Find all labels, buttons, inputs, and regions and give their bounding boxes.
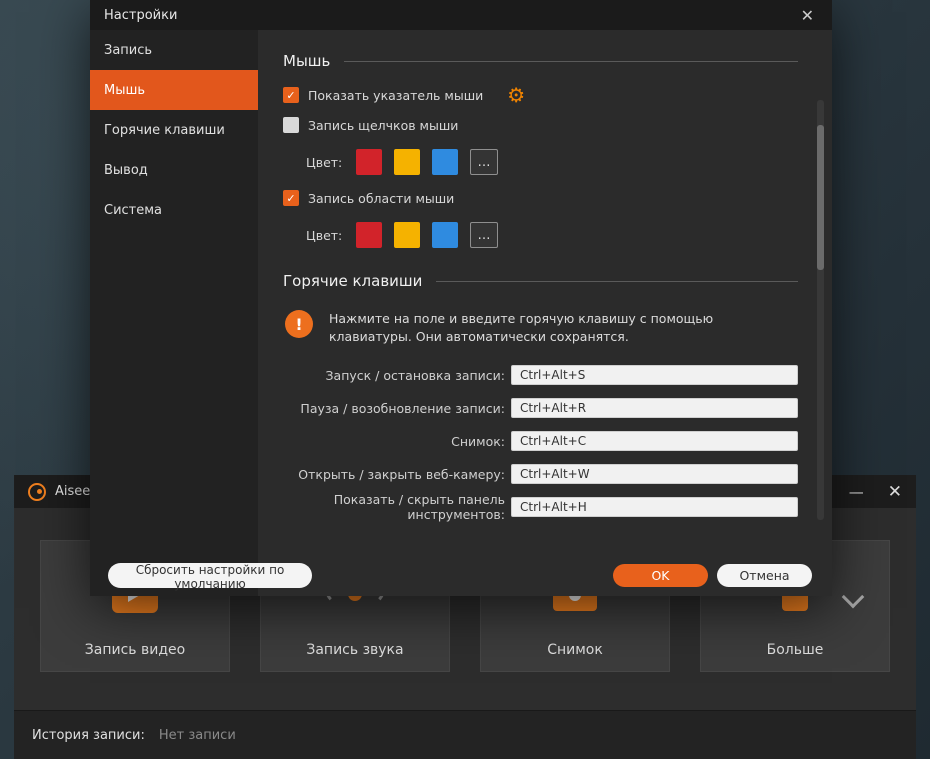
more-colors-button[interactable]: … (470, 222, 498, 248)
settings-content: Мышь ✓ Показать указатель мыши ⚙ Запись … (258, 30, 832, 596)
section-divider (436, 281, 798, 282)
close-button[interactable]: ✕ (888, 482, 902, 502)
settings-sidebar: Запись Мышь Горячие клавиши Вывод Систем… (90, 30, 258, 596)
hotkey-label: Показать / скрыть панель инструментов: (283, 492, 505, 522)
color-swatch-yellow[interactable] (394, 222, 420, 248)
hotkey-input-toolbar[interactable] (511, 497, 798, 517)
record-area-checkbox[interactable]: ✓ (283, 190, 299, 206)
hotkey-label: Снимок: (283, 434, 505, 449)
card-label: Запись видео (41, 642, 229, 658)
check-icon: ✓ (286, 89, 295, 102)
hotkey-label: Пауза / возобновление записи: (283, 401, 505, 416)
hotkey-list: Запуск / остановка записи: Пауза / возоб… (283, 364, 798, 518)
status-bar: История записи: Нет записи (14, 710, 916, 759)
warning-icon: ! (285, 310, 313, 338)
hotkeys-section-title: Горячие клавиши (283, 272, 422, 290)
pointer-settings-gear-icon[interactable]: ⚙ (507, 85, 525, 105)
record-clicks-row: Запись щелчков мыши (283, 117, 798, 133)
area-color-row: Цвет: … (283, 222, 798, 248)
hotkey-row-webcam: Открыть / закрыть веб-камеру: (283, 463, 798, 485)
hotkey-input-pause-resume[interactable] (511, 398, 798, 418)
color-swatch-red[interactable] (356, 222, 382, 248)
cancel-button[interactable]: Отмена (717, 564, 812, 587)
area-color-label: Цвет: (306, 228, 356, 243)
record-area-label: Запись области мыши (308, 191, 454, 206)
sidebar-item-hotkeys[interactable]: Горячие клавиши (90, 110, 258, 150)
click-color-row: Цвет: … (283, 149, 798, 175)
card-label: Больше (701, 642, 889, 658)
hotkey-label: Запуск / остановка записи: (283, 368, 505, 383)
hotkey-input-snapshot[interactable] (511, 431, 798, 451)
settings-titlebar: Настройки ✕ (90, 0, 832, 30)
hotkeys-notice: ! Нажмите на поле и введите горячую клав… (283, 310, 798, 346)
app-logo-icon (28, 483, 46, 501)
hotkey-row-start-stop: Запуск / остановка записи: (283, 364, 798, 386)
record-clicks-label: Запись щелчков мыши (308, 118, 458, 133)
hotkey-row-snapshot: Снимок: (283, 430, 798, 452)
click-color-label: Цвет: (306, 155, 356, 170)
color-swatch-blue[interactable] (432, 222, 458, 248)
color-swatch-red[interactable] (356, 149, 382, 175)
chevron-down-icon[interactable] (842, 586, 865, 609)
color-swatch-blue[interactable] (432, 149, 458, 175)
sidebar-item-system[interactable]: Система (90, 190, 258, 230)
show-pointer-label: Показать указатель мыши (308, 88, 483, 103)
hotkey-input-webcam[interactable] (511, 464, 798, 484)
settings-dialog: Настройки ✕ Запись Мышь Горячие клавиши … (90, 0, 832, 596)
sidebar-item-mouse[interactable]: Мышь (90, 70, 258, 110)
record-history-label: История записи: (32, 728, 145, 743)
hotkey-row-pause-resume: Пауза / возобновление записи: (283, 397, 798, 419)
record-area-row: ✓ Запись области мыши (283, 190, 798, 206)
card-label: Снимок (481, 642, 669, 658)
hotkeys-notice-text: Нажмите на поле и введите горячую клавиш… (329, 310, 798, 346)
mouse-section-header: Мышь (283, 52, 798, 70)
window-controls: — ✕ (849, 482, 902, 502)
hotkey-input-start-stop[interactable] (511, 365, 798, 385)
show-pointer-row: ✓ Показать указатель мыши ⚙ (283, 85, 798, 105)
sidebar-item-recording[interactable]: Запись (90, 30, 258, 70)
hotkeys-section-header: Горячие клавиши (283, 272, 798, 290)
ok-button[interactable]: OK (613, 564, 708, 587)
show-pointer-checkbox[interactable]: ✓ (283, 87, 299, 103)
more-colors-button[interactable]: … (470, 149, 498, 175)
mouse-section-title: Мышь (283, 52, 330, 70)
sidebar-item-output[interactable]: Вывод (90, 150, 258, 190)
logo-lens-dot (37, 489, 42, 494)
reset-defaults-button[interactable]: Сбросить настройки по умолчанию (108, 563, 312, 588)
settings-close-icon[interactable]: ✕ (797, 6, 818, 25)
record-history-value: Нет записи (159, 728, 236, 743)
check-icon: ✓ (286, 192, 295, 205)
hotkey-row-toolbar: Показать / скрыть панель инструментов: (283, 496, 798, 518)
record-clicks-checkbox[interactable] (283, 117, 299, 133)
settings-title: Настройки (104, 8, 177, 23)
card-label: Запись звука (261, 642, 449, 658)
scrollbar-thumb[interactable] (817, 125, 824, 270)
minimize-button[interactable]: — (849, 483, 864, 501)
section-divider (344, 61, 798, 62)
hotkey-label: Открыть / закрыть веб-камеру: (283, 467, 505, 482)
color-swatch-yellow[interactable] (394, 149, 420, 175)
